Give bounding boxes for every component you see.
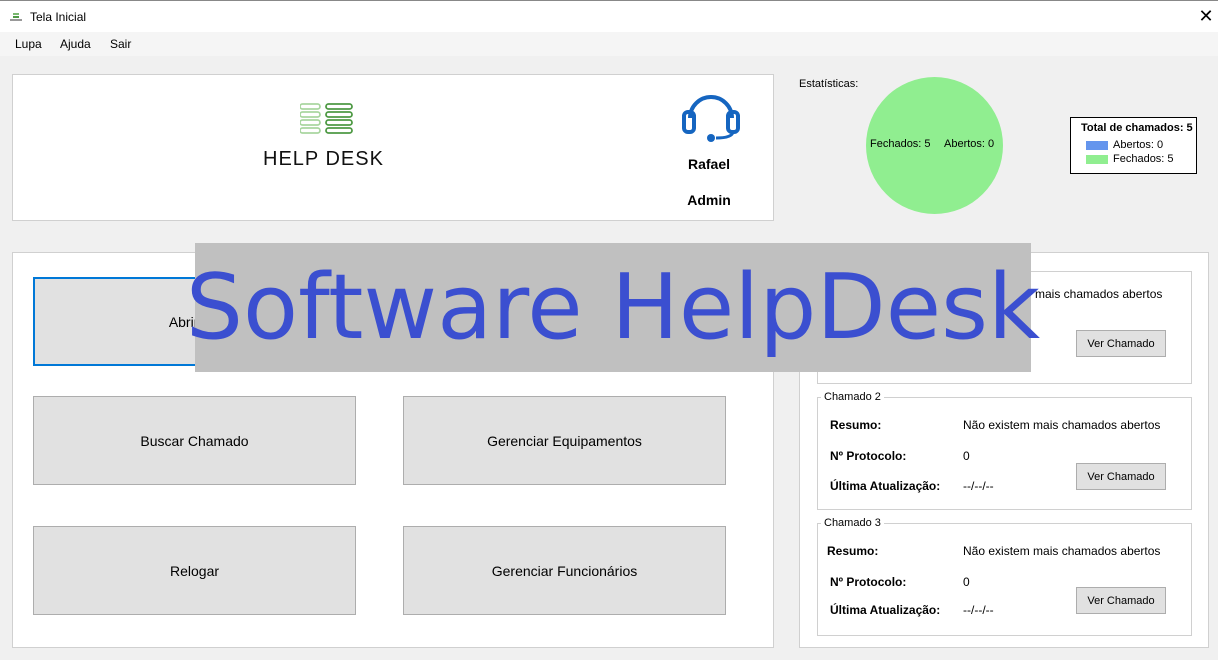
helpdesk-logo-icon [300, 103, 353, 134]
view-ticket-3-button[interactable]: Ver Chamado [1076, 587, 1166, 614]
menu-bar: Lupa Ajuda Sair [0, 32, 1218, 56]
manage-staff-button[interactable]: Gerenciar Funcionários [403, 526, 726, 615]
headset-icon [682, 95, 740, 142]
ticket-2-atualizacao-label: Última Atualização: [830, 479, 941, 493]
legend-swatch-closed [1086, 155, 1108, 164]
ticket-2-protocolo: 0 [963, 449, 970, 463]
window-title: Tela Inicial [30, 10, 87, 24]
legend-open: Abertos: 0 [1113, 139, 1164, 151]
user-role: Admin [687, 192, 731, 208]
legend-title: Total de chamados: 5 [1081, 122, 1193, 134]
legend-closed: Fechados: 5 [1113, 153, 1174, 165]
menu-lupa[interactable]: Lupa [15, 37, 42, 51]
title-bar: Tela Inicial ✕ [0, 0, 1218, 32]
header-panel [12, 74, 774, 221]
ticket-1-summary: mais chamados abertos [1035, 287, 1163, 301]
ticket-3-protocolo-label: Nº Protocolo: [830, 575, 907, 589]
legend-swatch-open [1086, 141, 1108, 150]
relog-button[interactable]: Relogar [33, 526, 356, 615]
view-ticket-2-button[interactable]: Ver Chamado [1076, 463, 1166, 490]
logo-text: HELP DESK [263, 148, 384, 170]
pie-label-open: Abertos: 0 [944, 138, 995, 150]
overlay-banner: Software HelpDesk [185, 243, 1041, 372]
menu-sair[interactable]: Sair [110, 37, 131, 51]
ticket-3-resumo: Não existem mais chamados abertos [963, 544, 1161, 558]
menu-ajuda[interactable]: Ajuda [60, 37, 91, 51]
ticket-3-resumo-label: Resumo: [827, 544, 879, 558]
ticket-3-atualizacao: --/--/-- [963, 603, 994, 617]
pie-label-closed: Fechados: 5 [870, 138, 931, 150]
stats-label: Estatísticas: [799, 78, 859, 90]
chart-legend: Total de chamados: 5 Abertos: 0 Fechados… [1070, 117, 1197, 174]
search-ticket-button[interactable]: Buscar Chamado [33, 396, 356, 485]
overlay-text: Software HelpDesk [185, 255, 1041, 360]
ticket-2-protocolo-label: Nº Protocolo: [830, 449, 907, 463]
ticket-2-resumo: Não existem mais chamados abertos [963, 418, 1161, 432]
ticket-2-atualizacao: --/--/-- [963, 479, 994, 493]
ticket-3-protocolo: 0 [963, 575, 970, 589]
ticket-2-title: Chamado 2 [821, 391, 884, 403]
user-name: Rafael [687, 156, 731, 172]
close-icon[interactable]: ✕ [1196, 6, 1216, 26]
ticket-3-atualizacao-label: Última Atualização: [830, 603, 941, 617]
view-ticket-1-button[interactable]: Ver Chamado [1076, 330, 1166, 357]
ticket-3-title: Chamado 3 [821, 517, 884, 529]
app-icon [10, 13, 22, 21]
ticket-2-resumo-label: Resumo: [830, 418, 882, 432]
manage-equipment-button[interactable]: Gerenciar Equipamentos [403, 396, 726, 485]
